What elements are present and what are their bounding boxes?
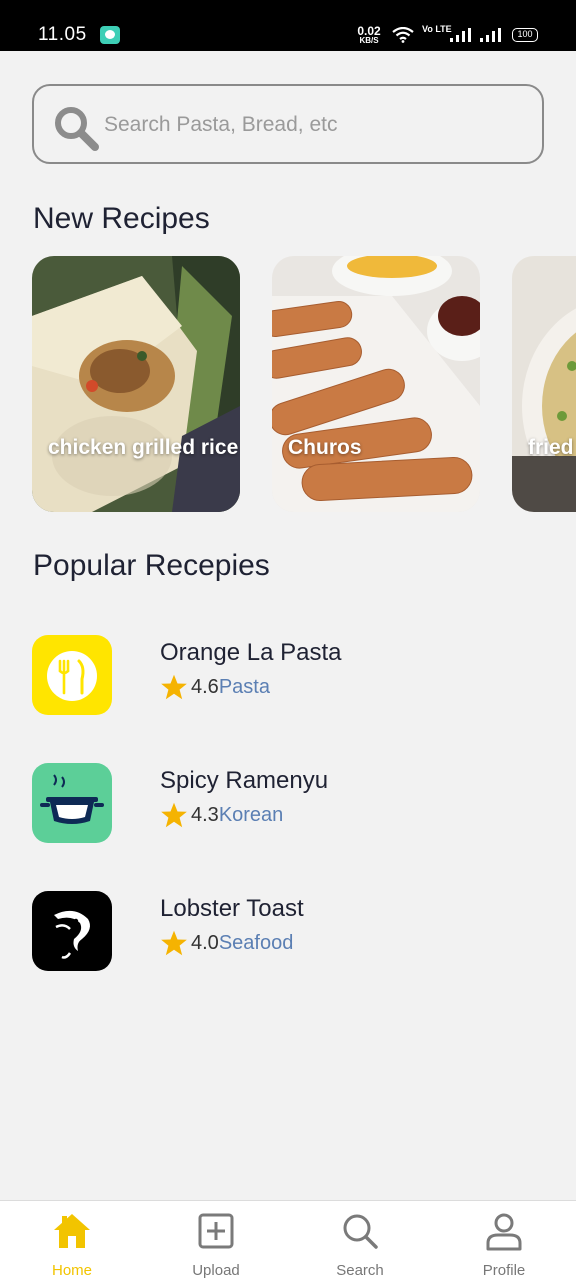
battery-icon: 100	[512, 28, 538, 42]
recipe-name: Lobster Toast	[160, 895, 304, 922]
popular-item-spicy-ramenyu[interactable]: Spicy Ramenyu 4.3 Korean	[32, 763, 532, 843]
volte-indicator: Vo LTE	[422, 24, 452, 34]
recipe-rating: 4.0	[191, 931, 219, 954]
churos-image	[272, 256, 480, 512]
recipe-category[interactable]: Pasta	[219, 676, 270, 699]
recipe-rating: 4.3	[191, 803, 219, 826]
plate-cutlery-icon	[32, 635, 112, 715]
signal-icon-2	[480, 28, 501, 42]
recipe-card-label: fried	[528, 436, 574, 459]
wifi-icon	[392, 27, 414, 43]
star-icon	[161, 674, 187, 700]
nav-home[interactable]: Home	[0, 1201, 144, 1280]
user-icon	[486, 1213, 522, 1251]
popular-item-lobster-toast[interactable]: Lobster Toast 4.0 Seafood	[32, 891, 532, 971]
search-bar[interactable]	[32, 84, 544, 164]
fried-rice-image	[512, 256, 576, 512]
chicken-grilled-rice-image	[32, 256, 240, 512]
bottom-nav: Home Upload Search Profile	[0, 1200, 576, 1280]
nav-label: Home	[51, 1262, 92, 1279]
search-icon	[55, 107, 99, 151]
recipe-rating: 4.6	[191, 675, 219, 698]
fish-icon	[32, 891, 112, 971]
recipe-card-chicken-grilled-rice[interactable]: chicken grilled rice	[32, 256, 240, 512]
status-time: 11.05	[38, 24, 87, 45]
search-icon	[343, 1214, 378, 1249]
recipe-meta: 4.0 Seafood	[160, 929, 293, 957]
recipe-name: Spicy Ramenyu	[160, 767, 329, 794]
cooking-pot-icon	[32, 763, 112, 843]
nav-label: Upload	[192, 1262, 240, 1279]
recipe-meta: 4.3 Korean	[160, 801, 283, 829]
search-input[interactable]	[104, 108, 524, 142]
nav-search[interactable]: Search	[288, 1201, 432, 1280]
star-icon	[161, 802, 187, 828]
nav-label: Profile	[482, 1262, 526, 1279]
status-bar: 11.05 0.02 KB/S Vo LTE 100	[0, 0, 576, 51]
nav-label: Search	[336, 1262, 384, 1279]
network-speed: 0.02 KB/S	[356, 25, 382, 45]
home-icon	[54, 1214, 90, 1248]
message-app-icon	[100, 26, 120, 44]
recipe-card-churos[interactable]: Churos	[272, 256, 480, 512]
popular-recipes-title: Popular Recepies	[33, 549, 270, 582]
new-recipes-carousel[interactable]: chicken grilled rice Churos fried	[32, 256, 576, 512]
star-icon	[161, 930, 187, 956]
popular-item-orange-la-pasta[interactable]: Orange La Pasta 4.6 Pasta	[32, 635, 532, 715]
recipe-card-label: chicken grilled rice	[48, 436, 239, 459]
recipe-card-fried[interactable]: fried	[512, 256, 576, 512]
nav-profile[interactable]: Profile	[432, 1201, 576, 1280]
recipe-category[interactable]: Seafood	[219, 932, 294, 955]
network-speed-unit: KB/S	[359, 36, 379, 45]
recipe-card-label: Churos	[288, 436, 362, 459]
recipe-category[interactable]: Korean	[219, 804, 284, 827]
new-recipes-title: New Recipes	[33, 202, 210, 235]
nav-upload[interactable]: Upload	[144, 1201, 288, 1280]
signal-icon	[450, 28, 471, 42]
recipe-name: Orange La Pasta	[160, 639, 342, 666]
plus-square-icon	[198, 1213, 234, 1249]
recipe-meta: 4.6 Pasta	[160, 673, 270, 701]
